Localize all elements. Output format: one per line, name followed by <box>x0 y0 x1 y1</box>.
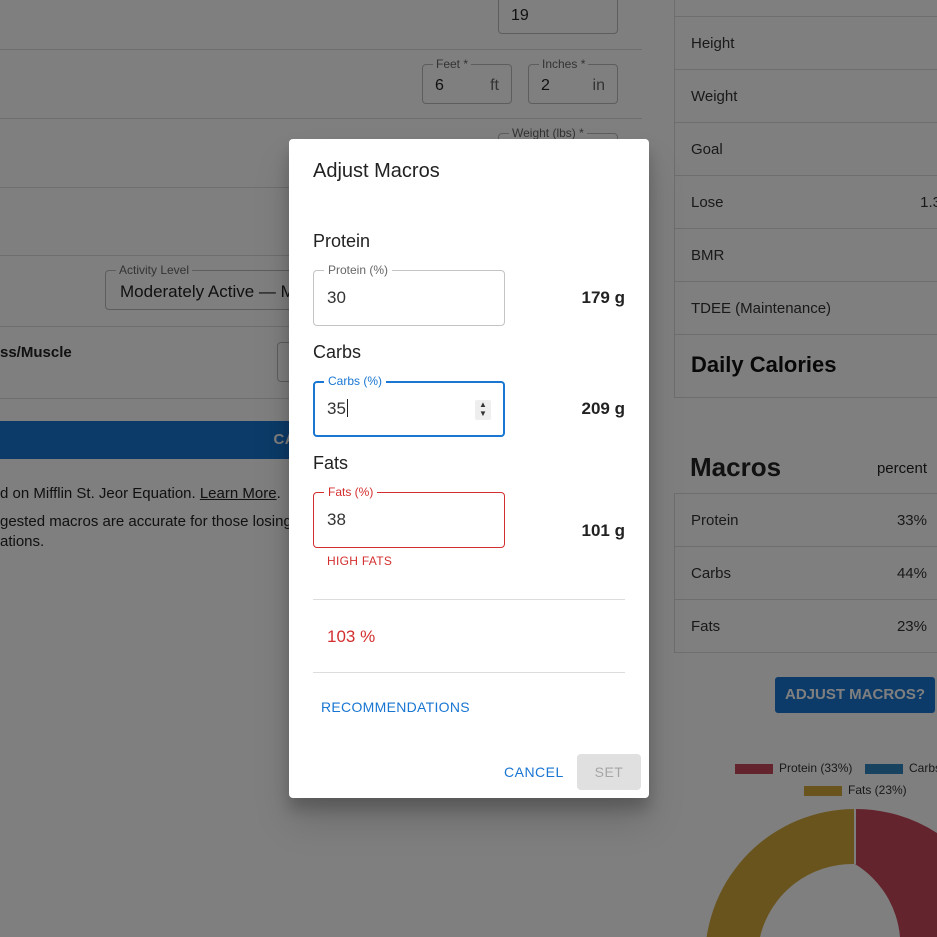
carbs-percent-value: 35 <box>327 399 348 419</box>
fats-error-text: HIGH FATS <box>327 554 393 568</box>
carbs-percent-input[interactable]: Carbs (%) 35 ▲ ▼ <box>313 374 505 437</box>
text-caret <box>346 399 348 417</box>
fats-heading: Fats <box>313 453 349 473</box>
carbs-value-text: 35 <box>327 399 346 418</box>
number-spinner-icon[interactable]: ▲ ▼ <box>475 400 491 420</box>
protein-grams: 179 g <box>581 288 625 307</box>
fats-percent-value: 38 <box>327 510 346 529</box>
dialog-title: Adjust Macros <box>313 160 440 182</box>
total-percent: 103 % <box>327 627 376 646</box>
recommendations-button[interactable]: RECOMMENDATIONS <box>321 699 470 715</box>
divider <box>313 599 625 600</box>
fats-grams: 101 g <box>581 521 625 540</box>
adjust-macros-dialog: Adjust Macros Protein Protein (%) 30 179… <box>289 139 649 798</box>
fats-percent-label: Fats (%) <box>324 485 378 499</box>
protein-percent-label: Protein (%) <box>324 263 393 277</box>
carbs-grams: 209 g <box>581 399 625 418</box>
carbs-heading: Carbs <box>313 342 362 362</box>
divider <box>313 672 625 673</box>
carbs-percent-label: Carbs (%) <box>324 374 387 388</box>
cancel-button[interactable]: CANCEL <box>504 764 564 780</box>
fats-percent-input[interactable]: Fats (%) 38 <box>313 485 505 548</box>
protein-heading: Protein <box>313 231 371 251</box>
protein-percent-input[interactable]: Protein (%) 30 <box>313 263 505 326</box>
set-button[interactable]: SET <box>577 754 641 790</box>
protein-percent-value: 30 <box>327 288 346 307</box>
